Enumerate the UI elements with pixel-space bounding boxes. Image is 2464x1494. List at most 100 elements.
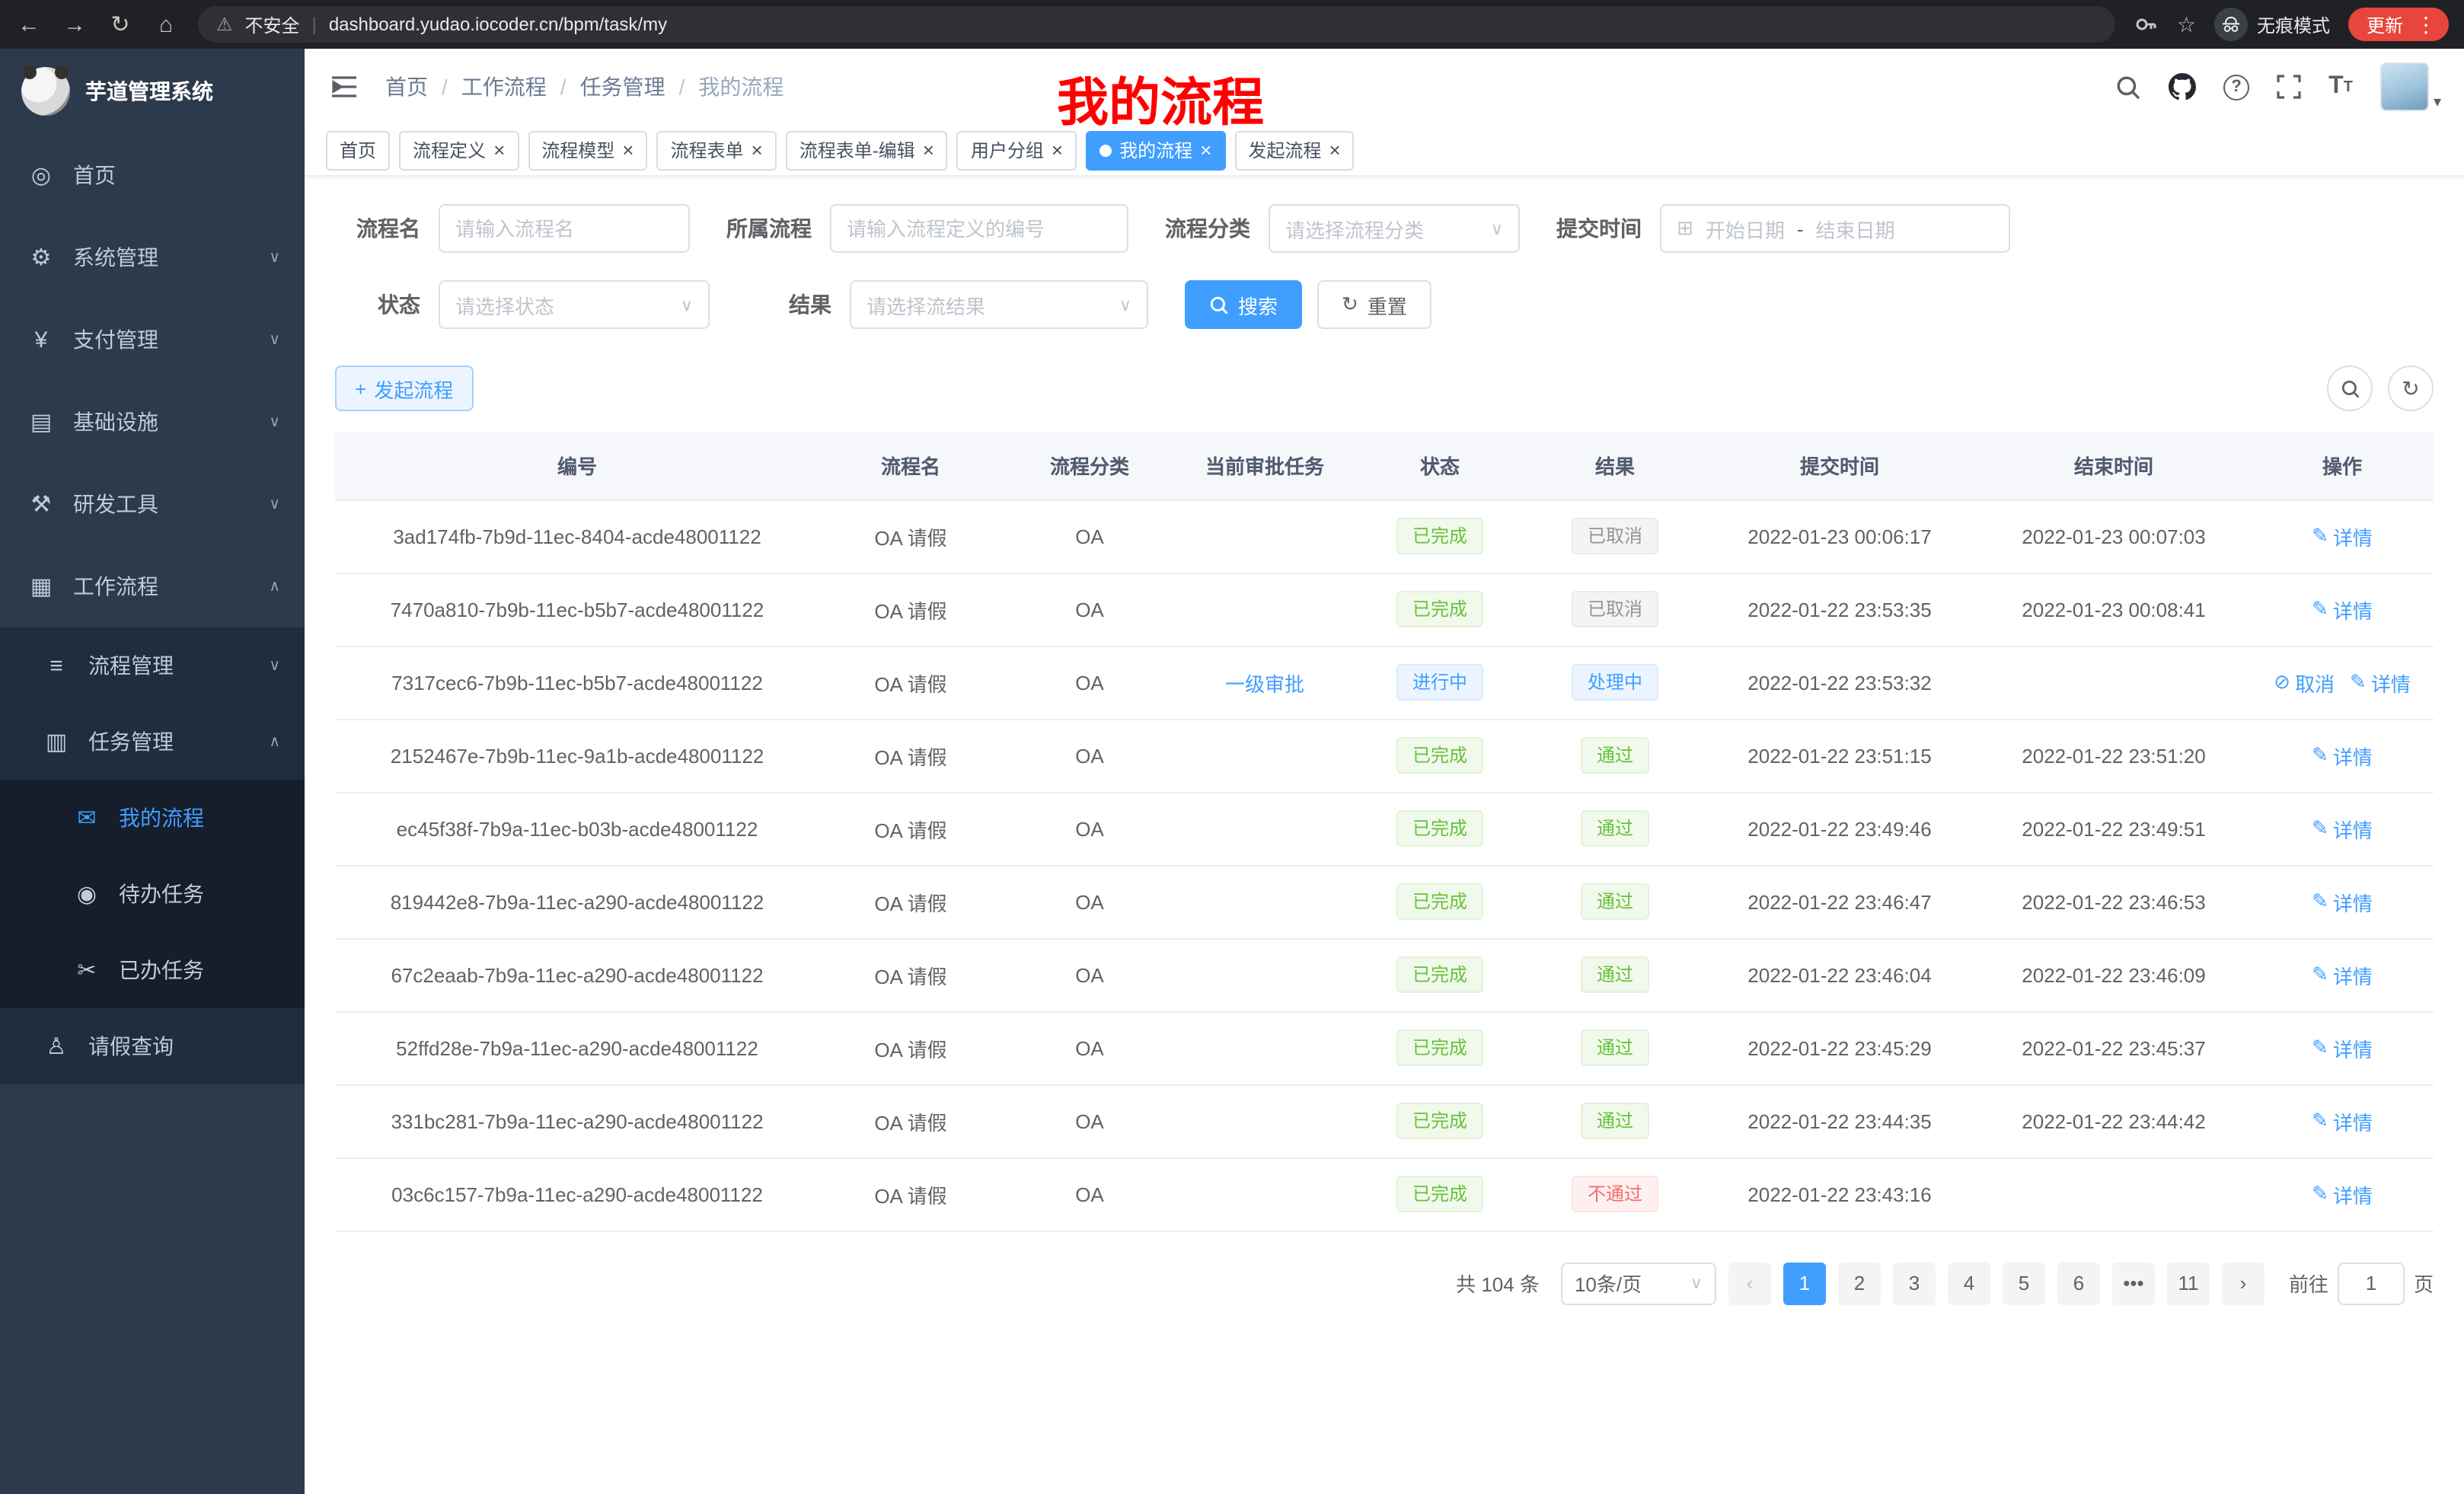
sidebar-item-todo-tasks[interactable]: ◉待办任务 [0, 856, 305, 932]
goto-page: 前往 页 [2289, 1262, 2434, 1304]
page-number-button[interactable]: 4 [1948, 1262, 1990, 1304]
cancel-action-link[interactable]: ⊘取消 [2274, 668, 2335, 697]
status-select[interactable]: 请选择状态 ∨ [439, 280, 710, 329]
font-size-icon[interactable]: TT [2328, 73, 2353, 101]
sidebar-item-system-mgmt[interactable]: ⚙系统管理∨ [0, 216, 305, 298]
chevron-down-icon: ∨ [269, 331, 280, 348]
action-label: 详情 [2333, 741, 2373, 770]
current-task-link[interactable]: 一级审批 [1225, 668, 1304, 697]
close-icon[interactable]: × [1329, 140, 1340, 160]
prev-page-button[interactable]: ‹ [1728, 1262, 1771, 1304]
tab-流程表单[interactable]: 流程表单× [656, 130, 776, 170]
page-size-value: 10条/页 [1575, 1269, 1642, 1298]
process-name-input[interactable] [439, 204, 690, 253]
page-number-button[interactable]: 5 [2003, 1262, 2045, 1304]
close-icon[interactable]: × [923, 140, 934, 160]
detail-action-link[interactable]: ✎详情 [2312, 522, 2373, 551]
sidebar-item-task-mgmt[interactable]: ▥任务管理∧ [0, 704, 305, 780]
sidebar-item-workflow[interactable]: ▦工作流程∧ [0, 545, 305, 627]
sidebar-item-my-process[interactable]: ✉我的流程 [0, 780, 305, 856]
sidebar-item-process-mgmt[interactable]: ≡流程管理∨ [0, 627, 305, 704]
browser-menu-icon[interactable]: ⋮ [2415, 11, 2437, 37]
category-select[interactable]: 请选择流程分类 ∨ [1269, 204, 1520, 253]
address-bar[interactable]: ⚠ 不安全 | dashboard.yudao.iocoder.cn/bpm/t… [198, 6, 2116, 43]
avatar[interactable] [2380, 62, 2429, 111]
tab-流程模型[interactable]: 流程模型× [528, 130, 647, 170]
key-icon[interactable] [2134, 12, 2159, 37]
main-area: 首页/工作流程/任务管理/我的流程 ? TT ▾ [305, 49, 2464, 1494]
hamburger-icon[interactable] [327, 70, 361, 104]
breadcrumb-item[interactable]: 工作流程 [461, 72, 547, 102]
close-icon[interactable]: × [1052, 140, 1063, 160]
url-text[interactable]: dashboard.yudao.iocoder.cn/bpm/task/my [329, 14, 667, 35]
page-number-button[interactable]: 2 [1838, 1262, 1881, 1304]
cell-category: OA [1002, 1084, 1177, 1157]
table-row: 7317cec6-7b9b-11ec-b5b7-acde48001122OA 请… [335, 646, 2434, 719]
search-icon[interactable] [2115, 74, 2141, 100]
cell-status: 已完成 [1352, 1011, 1527, 1084]
close-icon[interactable]: × [1200, 140, 1211, 160]
sidebar-item-payment-mgmt[interactable]: ¥支付管理∨ [0, 298, 305, 381]
edit-icon: ✎ [2312, 1036, 2328, 1060]
detail-action-link[interactable]: ✎详情 [2312, 741, 2373, 770]
breadcrumb-separator: / [560, 75, 567, 99]
tab-流程表单-编辑[interactable]: 流程表单-编辑× [786, 130, 948, 170]
app-window: ← → ↻ ⌂ ⚠ 不安全 | dashboard.yudao.iocoder.… [0, 0, 2464, 1494]
browser-back-icon[interactable]: ← [15, 11, 43, 37]
detail-action-link[interactable]: ✎详情 [2312, 814, 2373, 843]
sidebar-item-home[interactable]: ◎首页 [0, 134, 305, 216]
page-number-button[interactable]: 6 [2057, 1262, 2100, 1304]
breadcrumb-item[interactable]: 任务管理 [580, 72, 665, 102]
detail-action-link[interactable]: ✎详情 [2312, 1106, 2373, 1135]
warning-icon: ⚠ [216, 14, 233, 35]
result-select[interactable]: 请选择流结果 ∨ [850, 280, 1148, 329]
detail-action-link[interactable]: ✎详情 [2312, 1180, 2373, 1208]
toggle-search-icon[interactable] [2327, 366, 2373, 411]
breadcrumb-item[interactable]: 首页 [385, 72, 428, 102]
github-icon[interactable] [2169, 73, 2196, 101]
help-icon[interactable]: ? [2223, 74, 2249, 100]
pager-more-button[interactable]: ••• [2112, 1262, 2155, 1304]
cell-result: 通过 [1527, 792, 1703, 865]
search-button[interactable]: 搜索 [1185, 280, 1302, 329]
page-number-button[interactable]: 1 [1783, 1262, 1826, 1304]
browser-reload-icon[interactable]: ↻ [107, 11, 134, 38]
next-page-button[interactable]: › [2222, 1262, 2265, 1304]
user-menu[interactable]: ▾ [2380, 62, 2441, 111]
bookmark-star-icon[interactable]: ☆ [2177, 11, 2196, 37]
tab-用户分组[interactable]: 用户分组× [957, 130, 1077, 170]
sidebar-item-done-tasks[interactable]: ✂已办任务 [0, 932, 305, 1008]
date-range-picker[interactable]: ⊞ 开始日期 - 结束日期 [1660, 204, 2010, 253]
page-number-button[interactable]: 11 [2167, 1262, 2210, 1304]
detail-action-link[interactable]: ✎详情 [2312, 887, 2373, 916]
edit-icon: ✎ [2312, 1109, 2328, 1133]
sidebar-item-infrastructure[interactable]: ▤基础设施∨ [0, 381, 305, 463]
refresh-table-icon[interactable]: ↻ [2388, 366, 2434, 411]
close-icon[interactable]: × [752, 140, 763, 160]
goto-page-input[interactable] [2338, 1262, 2405, 1304]
fullscreen-icon[interactable] [2277, 75, 2301, 99]
sidebar-item-leave-query[interactable]: ♙请假查询 [0, 1008, 305, 1084]
reset-button[interactable]: ↻ 重置 [1317, 280, 1431, 329]
browser-forward-icon[interactable]: → [61, 11, 88, 37]
create-process-button[interactable]: + 发起流程 [335, 366, 473, 411]
security-label[interactable]: 不安全 [245, 11, 300, 37]
close-icon[interactable]: × [493, 140, 505, 160]
page-number-button[interactable]: 3 [1893, 1262, 1936, 1304]
tab-我的流程[interactable]: 我的流程× [1086, 130, 1225, 170]
detail-action-link[interactable]: ✎详情 [2312, 1033, 2373, 1062]
close-icon[interactable]: × [622, 140, 634, 160]
page-size-select[interactable]: 10条/页 ∨ [1561, 1262, 1716, 1304]
tab-首页[interactable]: 首页 [326, 130, 390, 170]
browser-update-button[interactable]: 更新 ⋮ [2348, 8, 2449, 41]
owner-process-input[interactable] [830, 204, 1128, 253]
status-label: 状态 [335, 289, 420, 320]
tab-发起流程[interactable]: 发起流程× [1234, 130, 1354, 170]
sidebar-item-dev-tools[interactable]: ⚒研发工具∨ [0, 463, 305, 545]
browser-home-icon[interactable]: ⌂ [152, 11, 180, 37]
detail-action-link[interactable]: ✎详情 [2312, 960, 2373, 989]
tab-流程定义[interactable]: 流程定义× [399, 130, 519, 170]
detail-action-link[interactable]: ✎详情 [2350, 668, 2411, 697]
sidebar-logo[interactable]: 芋道管理系统 [0, 49, 305, 134]
detail-action-link[interactable]: ✎详情 [2312, 595, 2373, 624]
